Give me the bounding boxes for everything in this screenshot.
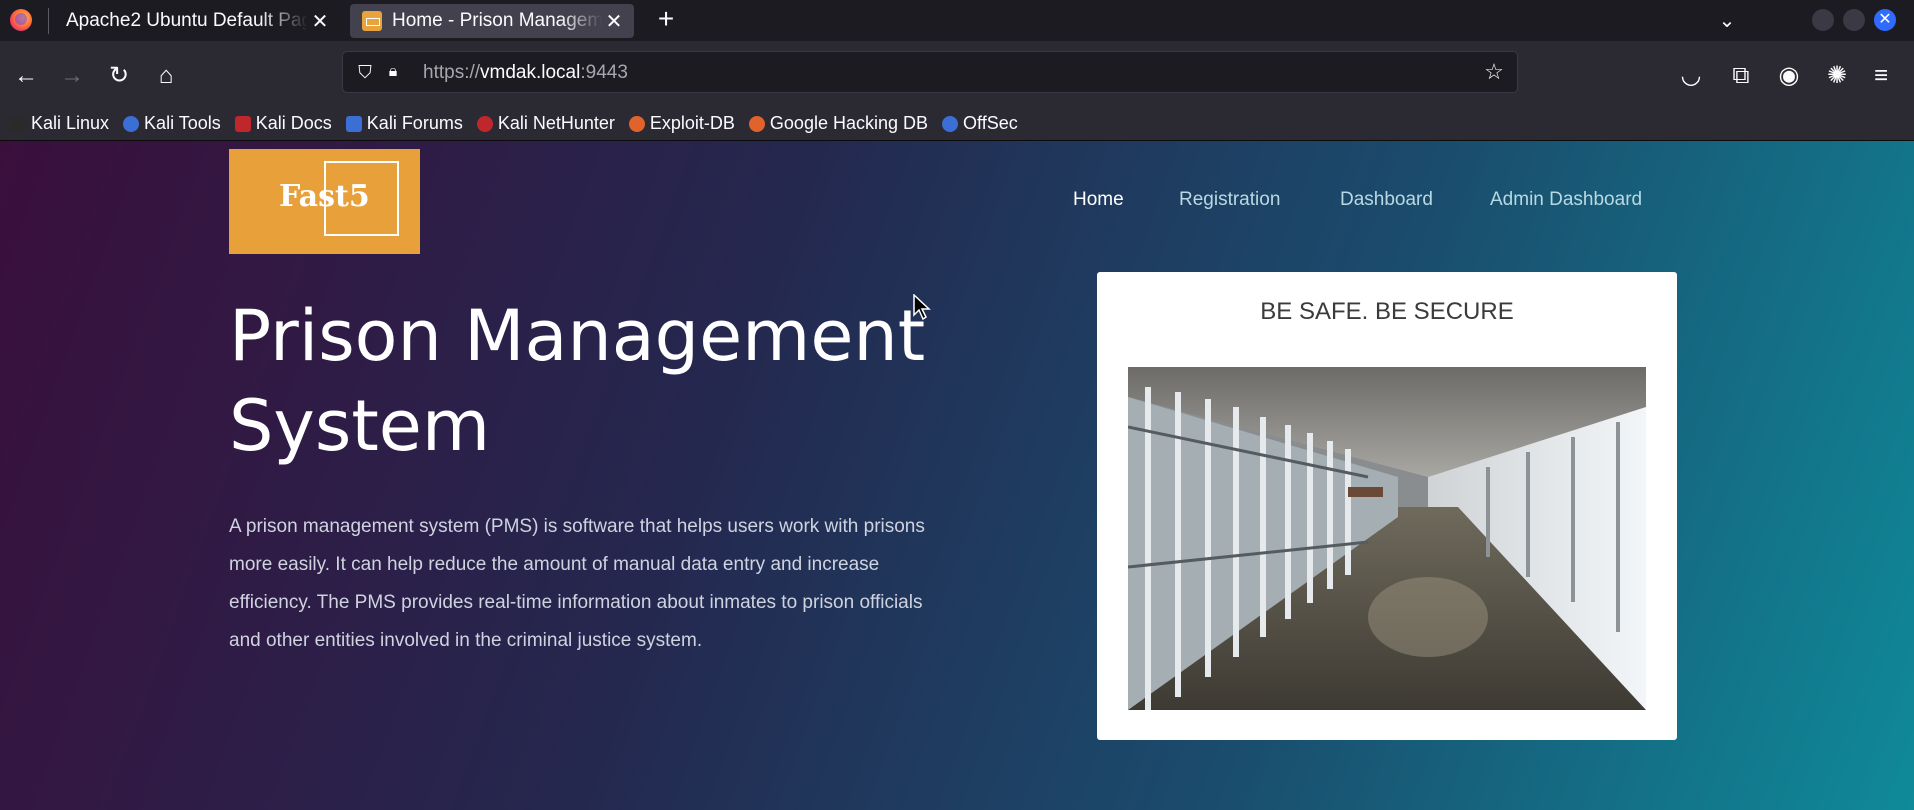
prison-corridor-image <box>1128 367 1646 710</box>
hamburger-menu-icon[interactable]: ≡ <box>1866 61 1896 91</box>
bookmark-offsec[interactable]: OffSec <box>942 113 1018 134</box>
kali-dragon-icon <box>10 115 26 132</box>
url-host: vmdak.local <box>480 62 581 83</box>
tab-separator <box>48 8 49 34</box>
bookmark-kali-nethunter[interactable]: Kali NetHunter <box>476 113 615 134</box>
tab-title: Apache2 Ubuntu Default Page: It works <box>66 10 308 31</box>
lock-icon[interactable]: 🔒︎ <box>381 60 405 84</box>
tab-apache-default[interactable]: Apache2 Ubuntu Default Page: It works ✕ <box>50 4 340 38</box>
extension-badge-icon[interactable]: ◉ <box>1774 61 1804 91</box>
site-favicon-icon <box>362 11 382 31</box>
bookmark-label: Kali Forums <box>366 113 463 133</box>
close-window-button[interactable]: ✕ <box>1874 9 1896 31</box>
nav-link-registration[interactable]: Registration <box>1179 189 1280 211</box>
url-scheme: https:// <box>423 62 481 83</box>
nav-link-dashboard[interactable]: Dashboard <box>1340 189 1433 211</box>
bookmark-kali-tools[interactable]: Kali Tools <box>123 113 221 134</box>
cookie-extension-icon[interactable]: ✺ <box>1822 61 1852 91</box>
maximize-window-button[interactable] <box>1843 9 1865 31</box>
tracking-protection-shield-icon[interactable]: ⛉ <box>353 60 377 84</box>
address-bar[interactable]: ⛉ 🔒︎ https://vmdak.local:9443 ☆ <box>342 51 1518 93</box>
nav-link-home[interactable]: Home <box>1073 189 1124 211</box>
tab-prison-management[interactable]: Home - Prison Management System ✕ <box>350 4 634 38</box>
firefox-menu-icon[interactable] <box>10 9 32 31</box>
bookmark-label: Google Hacking DB <box>769 113 929 133</box>
web-page: Fast5 Home Registration Dashboard Admin … <box>0 141 1914 810</box>
site-navigation: Home Registration Dashboard Admin Dashbo… <box>0 189 1914 213</box>
mouse-cursor-icon <box>913 294 931 320</box>
bookmark-label: Exploit-DB <box>649 113 735 133</box>
minimize-window-button[interactable] <box>1812 9 1834 31</box>
new-tab-button[interactable]: + <box>652 5 680 34</box>
feature-card: BE SAFE. BE SECURE <box>1097 272 1677 740</box>
tab-strip: Apache2 Ubuntu Default Page: It works ✕ … <box>0 0 1914 41</box>
offsec-icon <box>942 115 959 132</box>
card-title: BE SAFE. BE SECURE <box>1260 298 1514 325</box>
bookmark-label: Kali Linux <box>31 113 110 133</box>
url-port: :9443 <box>580 62 628 83</box>
kali-forums-icon <box>345 115 362 132</box>
bookmark-kali-linux[interactable]: Kali Linux <box>10 113 109 134</box>
navigation-toolbar: ← → ↻ ⌂ ⛉ 🔒︎ https://vmdak.local:9443 ☆ … <box>0 41 1914 107</box>
bookmarks-toolbar: Kali Linux Kali Tools Kali Docs Kali For… <box>0 107 1914 141</box>
pocket-icon[interactable]: ◡ <box>1676 61 1706 91</box>
extensions-puzzle-icon[interactable]: ⧉ <box>1726 61 1756 91</box>
bookmark-label: Kali Docs <box>255 113 332 133</box>
back-arrow-icon[interactable]: ← <box>11 61 41 91</box>
bookmark-exploit-db[interactable]: Exploit-DB <box>628 113 735 134</box>
bookmark-google-hacking-db[interactable]: Google Hacking DB <box>748 113 929 134</box>
bookmark-kali-forums[interactable]: Kali Forums <box>345 113 463 134</box>
bookmark-star-icon[interactable]: ☆ <box>1481 59 1507 85</box>
url-text[interactable]: https://vmdak.local:9443 <box>423 62 628 84</box>
tab-close-icon[interactable]: ✕ <box>308 9 332 34</box>
kali-tools-icon <box>123 115 140 132</box>
reload-icon[interactable]: ↻ <box>104 61 134 91</box>
bookmark-label: Kali Tools <box>144 113 221 133</box>
bookmark-label: OffSec <box>963 113 1018 133</box>
forward-arrow-icon[interactable]: → <box>57 61 87 91</box>
home-icon[interactable]: ⌂ <box>151 61 181 91</box>
list-all-tabs-icon[interactable]: ⌄ <box>1714 8 1740 32</box>
ghdb-icon <box>748 115 765 132</box>
exploit-db-icon <box>628 115 645 132</box>
bookmark-label: Kali NetHunter <box>497 113 615 133</box>
tab-close-icon[interactable]: ✕ <box>602 9 626 34</box>
nethunter-icon <box>476 115 493 132</box>
hero-title: Prison Management System <box>229 295 926 467</box>
hero-description: A prison management system (PMS) is soft… <box>229 516 925 651</box>
bookmark-kali-docs[interactable]: Kali Docs <box>234 113 332 134</box>
tab-title: Home - Prison Management System <box>392 10 602 31</box>
kali-docs-icon <box>234 115 251 132</box>
nav-link-admin-dashboard[interactable]: Admin Dashboard <box>1490 189 1642 211</box>
